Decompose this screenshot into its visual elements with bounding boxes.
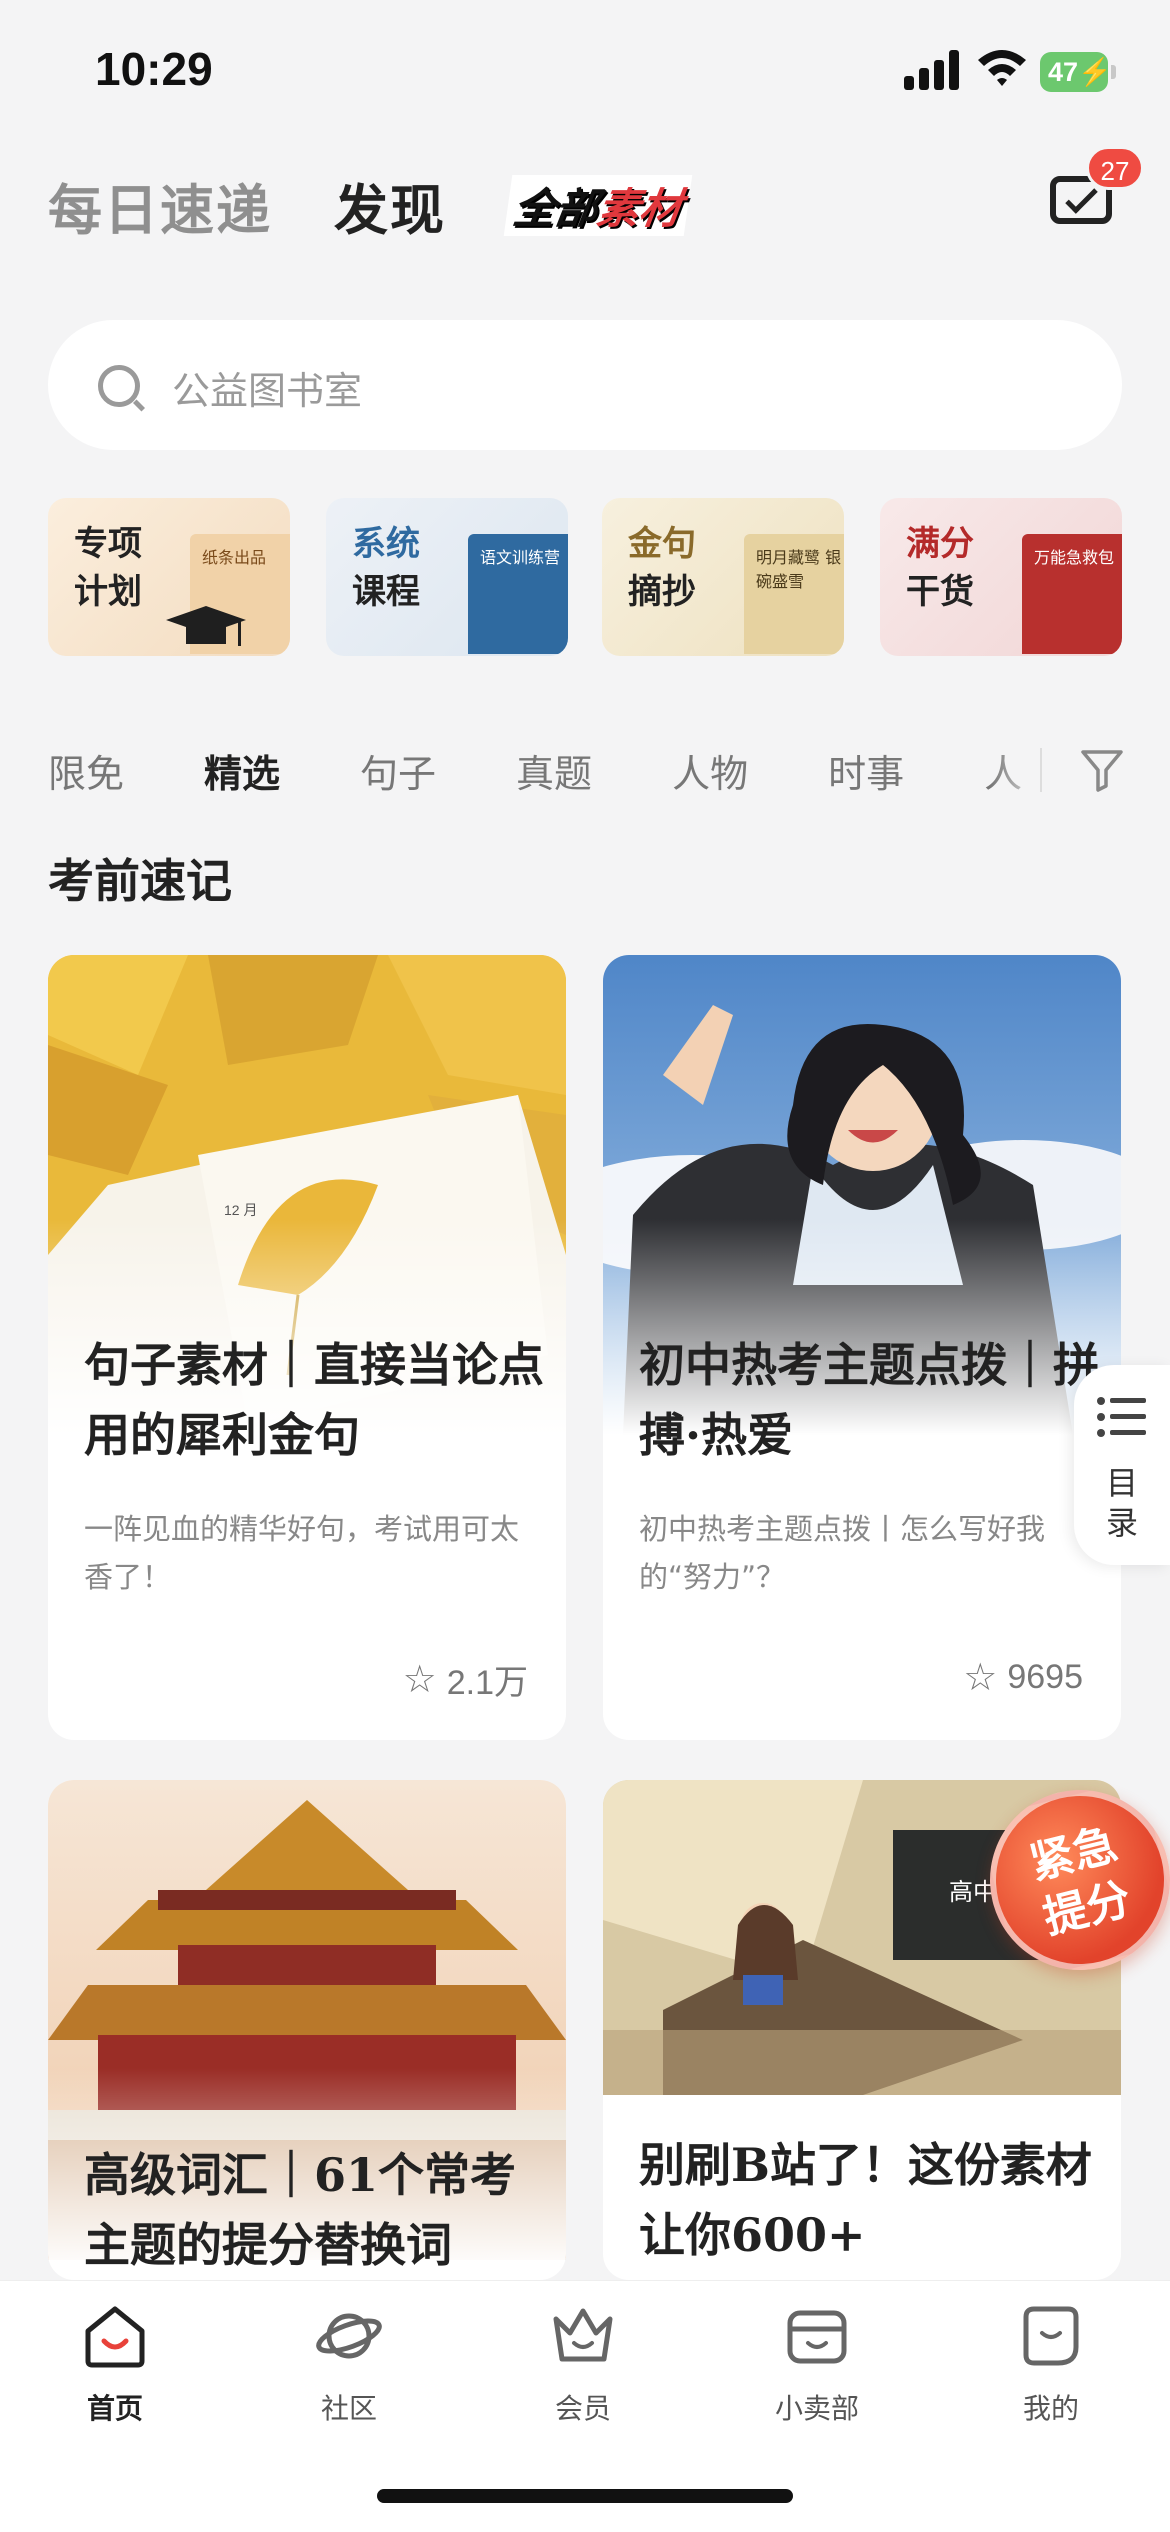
mail-badge: 27 [1086,146,1144,190]
nav-label: 会员 [554,2392,611,2425]
category-tab[interactable]: 真题 [516,743,592,798]
content-card[interactable]: 12 月 句子素材｜直接当论点用的犀利金句 一阵见血的精华好句，考试用可太香了！… [48,955,566,1740]
search-icon [98,365,140,407]
favorite-count[interactable]: ☆ 9695 [963,1655,1083,1700]
content-card[interactable]: 高级词汇｜61个常考主题的提分替换词 [48,1780,566,2280]
directory-label: 目录 [1106,1464,1139,1542]
book-text: 明月藏鹭 银碗盛雪 [756,548,842,591]
card-description: 初中热考主题点拨丨怎么写好我的“努力”？ [639,1512,1046,1594]
card-title: 别刷B站了！这份素材让你600+ [639,2138,1092,2262]
section-title: 考前速记 [48,854,232,908]
top-tabs: 每日速递 发现 全部素材 [48,165,693,245]
mail-button[interactable]: 27 [1050,146,1144,226]
feature-full-marks[interactable]: 满分干货 万能急救包 [880,498,1122,656]
divider [1040,748,1042,792]
book-cover: 语文训练营 [468,534,568,654]
book-text: 语文训练营 [480,548,561,567]
feature-special-plan[interactable]: 专项计划 纸条出品 [48,498,290,656]
all-materials-logo[interactable]: 全部素材 [503,174,693,236]
crown-icon [553,2308,613,2362]
nav-label: 首页 [86,2392,143,2425]
star-icon: ☆ [402,1659,437,1701]
category-tab[interactable]: 精选 [204,743,280,798]
nav-label: 小卖部 [774,2392,859,2425]
feature-quotes[interactable]: 金句摘抄 明月藏鹭 银碗盛雪 [602,498,844,656]
nav-profile[interactable]: 我的 [971,2301,1131,2427]
nav-home[interactable]: 首页 [35,2301,195,2427]
feature-label: 系统 [352,524,420,564]
feature-system-course[interactable]: 系统课程 语文训练营 [326,498,568,656]
tab-discover[interactable]: 发现 [334,166,446,245]
nav-community[interactable]: 社区 [269,2301,429,2427]
category-tab[interactable]: 限免 [48,743,124,798]
nav-shop[interactable]: 小卖部 [737,2301,897,2427]
category-tab[interactable]: 句子 [360,743,436,798]
brand-part2: 素材 [594,183,686,233]
list-icon [1097,1397,1146,1437]
book-cover: 明月藏鹭 银碗盛雪 [744,534,844,654]
book-text: 万能急救包 [1034,548,1115,567]
card-title: 高级词汇｜61个常考主题的提分替换词 [84,2148,517,2272]
planet-icon [316,2313,382,2359]
feature-label: 金句 [628,524,696,564]
feature-label: 计划 [74,572,142,612]
profile-icon [1023,2306,1079,2366]
filter-icon[interactable] [1080,748,1124,792]
category-tab[interactable]: 人物 [672,743,748,798]
search-placeholder: 公益图书室 [172,369,363,413]
content-card[interactable]: 初中热考主题点拨｜拼搏·热爱 初中热考主题点拨丨怎么写好我的“努力”？ ☆ 969… [603,955,1121,1740]
graduation-cap-icon [166,606,246,646]
directory-button[interactable]: 目录 [1074,1365,1170,1565]
favorite-value: 2.1万 [446,1664,528,1702]
brand-part1: 全部 [510,183,602,233]
favorite-value: 9695 [1007,1658,1083,1696]
card-title: 句子素材｜直接当论点用的犀利金句 [84,1338,544,1462]
category-tabs: 限免 精选 句子 真题 人物 时事 人 [48,740,1102,800]
tab-daily[interactable]: 每日速递 [48,166,272,245]
feature-label: 干货 [906,572,974,612]
status-time: 10:29 [95,43,213,95]
feature-label: 摘抄 [628,572,696,612]
feature-label: 专项 [74,524,142,564]
book-cover: 万能急救包 [1022,534,1122,654]
home-indicator [377,2489,793,2503]
battery-level: 47 [1048,57,1079,87]
favorite-count[interactable]: ☆ 2.1万 [403,1655,528,1704]
search-bar[interactable]: 公益图书室 [48,320,1122,450]
card-description: 一阵见血的精华好句，考试用可太香了！ [84,1512,520,1594]
wifi-icon [978,50,1026,86]
shop-icon [787,2310,847,2364]
nav-label: 我的 [1022,2392,1079,2425]
feature-label: 满分 [906,524,974,564]
feature-label: 课程 [352,572,420,612]
book-text: 纸条出品 [202,548,267,567]
nav-member[interactable]: 会员 [503,2301,663,2427]
category-tab[interactable]: 时事 [828,743,904,798]
card-title: 初中热考主题点拨｜拼搏·热爱 [639,1338,1099,1462]
status-bar: 10:29 47⚡ [0,0,1170,150]
star-icon: ☆ [963,1657,998,1699]
battery-indicator: 47⚡ [1040,52,1116,92]
nav-label: 社区 [320,2392,377,2425]
home-icon [85,2306,145,2368]
signal-icon [904,50,960,90]
